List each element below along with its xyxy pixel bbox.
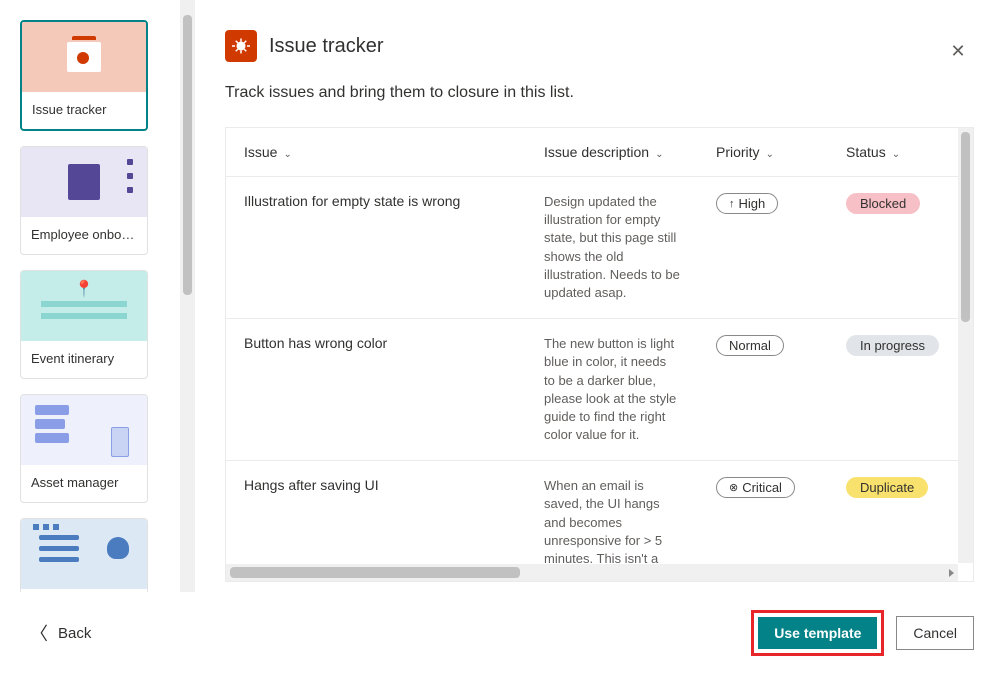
use-template-button[interactable]: Use template <box>758 617 877 649</box>
template-card-employee-onboarding[interactable]: Employee onboar... <box>20 146 148 255</box>
table-vertical-scrollbar[interactable] <box>958 128 973 563</box>
column-label: Issue <box>244 144 277 160</box>
column-header-issue[interactable]: Issue ⌄ <box>226 128 526 177</box>
use-template-highlight: Use template <box>751 610 884 656</box>
column-header-description[interactable]: Issue description ⌄ <box>526 128 698 177</box>
preview-title: Issue tracker <box>269 35 383 58</box>
cell-issue: Button has wrong color <box>226 319 526 461</box>
status-badge: Duplicate <box>846 477 928 498</box>
preview-table-container: Issue ⌄ Issue description ⌄ Priority ⌄ Stat… <box>225 127 974 582</box>
table-row: Illustration for empty state is wrongDes… <box>226 177 958 319</box>
cell-priority: Normal <box>698 319 828 461</box>
bug-icon <box>225 30 257 62</box>
template-thumb-asset-manager <box>21 395 147 465</box>
priority-pill: Normal <box>716 335 784 356</box>
template-thumb-event-itinerary: 📍 <box>21 271 147 341</box>
cell-issue: Illustration for empty state is wrong <box>226 177 526 319</box>
cancel-button[interactable]: Cancel <box>896 616 974 650</box>
cell-status: Blocked <box>828 177 958 319</box>
modal-body: Issue tracker Employee onboar... 📍 Event… <box>0 0 1004 592</box>
preview-description: Track issues and bring them to closure i… <box>225 84 974 102</box>
priority-icon: ⊗ <box>729 481 738 494</box>
template-thumb-issue-tracker <box>22 22 146 92</box>
preview-header: Issue tracker <box>225 30 974 62</box>
chevron-down-icon: ⌄ <box>892 149 900 160</box>
template-card-event-itinerary[interactable]: 📍 Event itinerary <box>20 270 148 379</box>
chevron-down-icon: ⌄ <box>655 149 663 160</box>
template-label: Employee onboar... <box>21 217 147 254</box>
cell-description: Design updated the illustration for empt… <box>526 177 698 319</box>
back-label: Back <box>58 625 91 642</box>
template-thumb-recruitment-tracker <box>21 519 147 589</box>
table-horizontal-scrollbar[interactable] <box>226 564 958 581</box>
column-header-priority[interactable]: Priority ⌄ <box>698 128 828 177</box>
status-badge: In progress <box>846 335 939 356</box>
preview-table: Issue ⌄ Issue description ⌄ Priority ⌄ Stat… <box>226 128 958 582</box>
template-label: Event itinerary <box>21 341 147 378</box>
template-card-asset-manager[interactable]: Asset manager <box>20 394 148 503</box>
chevron-down-icon: ⌄ <box>766 149 774 160</box>
priority-icon: ↑ <box>729 198 735 210</box>
column-header-status[interactable]: Status ⌄ <box>828 128 958 177</box>
footer-actions: Use template Cancel <box>751 610 974 656</box>
template-sidebar: Issue tracker Employee onboar... 📍 Event… <box>0 0 195 592</box>
cell-description: The new button is light blue in color, i… <box>526 319 698 461</box>
priority-pill: ↑High <box>716 193 778 214</box>
table-header-row: Issue ⌄ Issue description ⌄ Priority ⌄ Stat… <box>226 128 958 177</box>
status-badge: Blocked <box>846 193 920 214</box>
column-label: Priority <box>716 144 760 160</box>
cell-priority: ↑High <box>698 177 828 319</box>
template-card-recruitment-tracker[interactable]: Recruitment trac... <box>20 518 148 592</box>
template-thumb-employee-onboarding <box>21 147 147 217</box>
template-label: Issue tracker <box>22 92 146 129</box>
template-label: Recruitment trac... <box>21 589 147 592</box>
column-label: Issue description <box>544 144 649 160</box>
column-label: Status <box>846 144 886 160</box>
back-button[interactable]: 〈 Back <box>30 620 91 646</box>
sidebar-scrollbar[interactable] <box>180 0 195 592</box>
priority-pill: ⊗Critical <box>716 477 795 498</box>
template-picker-modal: Issue tracker Employee onboar... 📍 Event… <box>0 0 1004 681</box>
template-preview: ✕ Issue tracker Track issues and bring t… <box>195 0 1004 592</box>
table-row: Button has wrong colorThe new button is … <box>226 319 958 461</box>
close-icon: ✕ <box>950 41 965 62</box>
cell-status: In progress <box>828 319 958 461</box>
modal-footer: 〈 Back Use template Cancel <box>0 592 1004 681</box>
chevron-left-icon: 〈 <box>30 620 48 646</box>
chevron-down-icon: ⌄ <box>283 149 291 160</box>
close-button[interactable]: ✕ <box>942 35 974 67</box>
template-label: Asset manager <box>21 465 147 502</box>
template-card-issue-tracker[interactable]: Issue tracker <box>20 20 148 131</box>
